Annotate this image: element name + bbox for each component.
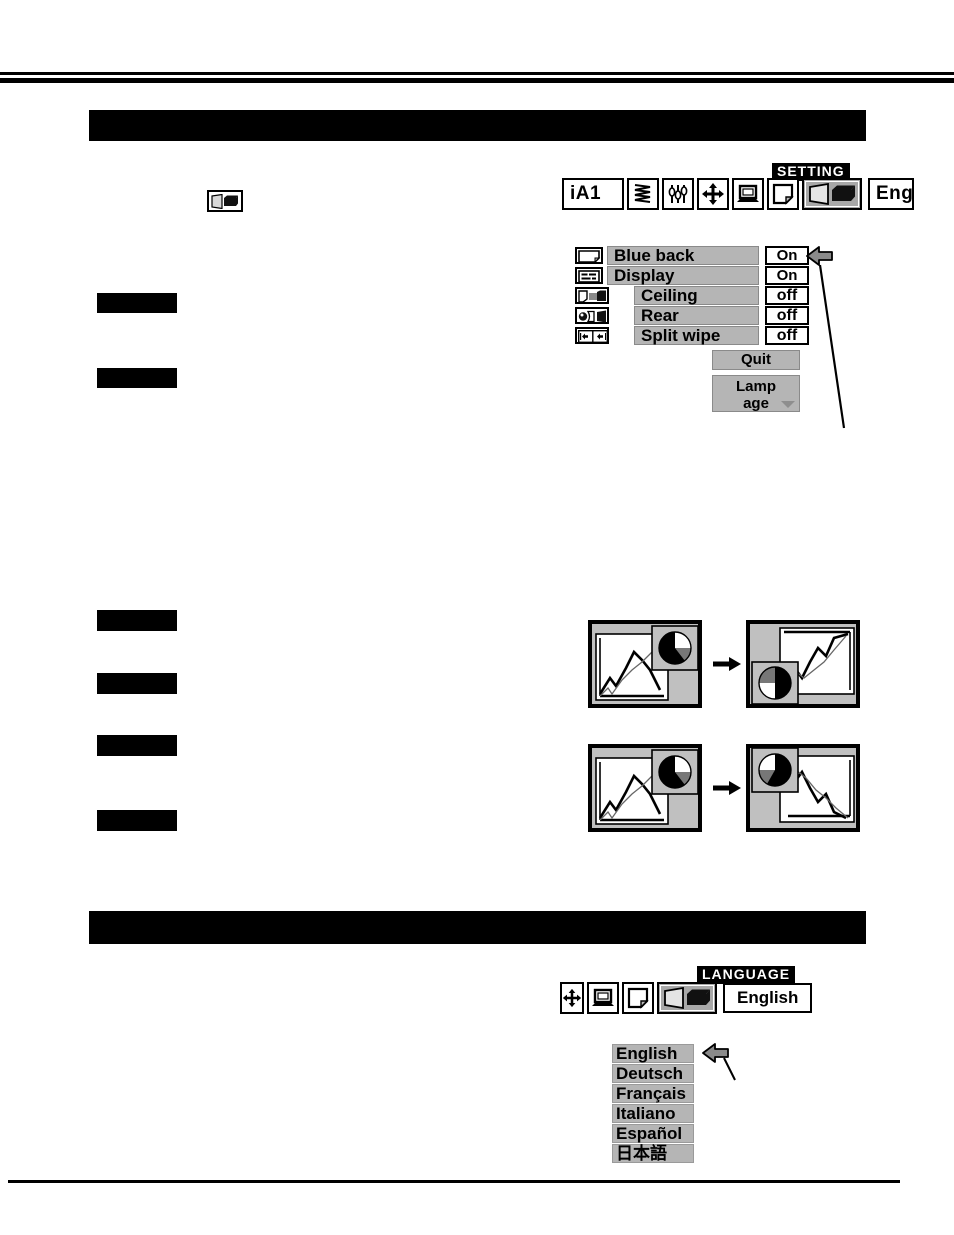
- image-adjust-icon[interactable]: [662, 178, 694, 210]
- setting-icon[interactable]: [802, 178, 862, 210]
- redacted-label-1: [97, 293, 177, 313]
- menu-label: Blue back: [607, 246, 759, 265]
- manual-page: SETTING iA1 Eng Blue back On Display On …: [0, 0, 954, 1235]
- menu-row-display[interactable]: Display On: [575, 266, 809, 285]
- lamp-age-button[interactable]: Lamp age: [712, 375, 800, 412]
- chevron-down-icon: [781, 401, 795, 408]
- lamp-age-line1: Lamp: [735, 378, 776, 395]
- quit-button[interactable]: Quit: [712, 350, 800, 370]
- language-value-box[interactable]: Eng: [868, 178, 914, 210]
- language-item-english[interactable]: English: [612, 1044, 694, 1063]
- sound-icon[interactable]: [622, 982, 654, 1014]
- language-value-box[interactable]: English: [723, 983, 813, 1013]
- language-item-francais[interactable]: Français: [612, 1084, 694, 1103]
- menu-row-split-wipe[interactable]: Split wipe off: [575, 326, 809, 345]
- redacted-label-2: [97, 368, 177, 388]
- split-wipe-icon: [575, 327, 609, 344]
- section-header-language: [89, 911, 866, 944]
- blue-back-icon: [575, 247, 603, 264]
- menu-value-rear[interactable]: off: [765, 306, 809, 325]
- language-item-japanese[interactable]: 日本語: [612, 1144, 694, 1163]
- ceiling-icon: [575, 287, 609, 304]
- menu-value-display[interactable]: On: [765, 266, 809, 285]
- footer-rule: [8, 1180, 900, 1183]
- language-list: English Deutsch Français Italiano Españo…: [612, 1044, 694, 1164]
- image-select-icon[interactable]: [560, 982, 584, 1014]
- sound-icon[interactable]: [767, 178, 799, 210]
- menu-row-rear[interactable]: Rear off: [575, 306, 809, 325]
- menu-label: Ceiling: [634, 286, 759, 305]
- redacted-label-4: [97, 673, 177, 694]
- menu-label: Rear: [634, 306, 759, 325]
- screen-adjust-icon[interactable]: [732, 178, 764, 210]
- split-wipe-vertical-diagram: [588, 742, 860, 834]
- redacted-label-3: [97, 610, 177, 631]
- menu-label: Display: [607, 266, 759, 285]
- split-wipe-horizontal-diagram: [588, 618, 860, 710]
- menu-row-ceiling[interactable]: Ceiling off: [575, 286, 809, 305]
- pointer-arrow-setting: [806, 243, 851, 433]
- section-header-setting: [89, 110, 866, 141]
- input-source-box[interactable]: iA1: [562, 178, 624, 210]
- header-rule-thin: [0, 72, 954, 75]
- setting-menu-panel: Blue back On Display On Ceiling off Rear…: [575, 246, 809, 346]
- pc-adjust-icon[interactable]: [627, 178, 659, 210]
- osd-toolbar-language: English: [560, 982, 813, 1014]
- setting-icon[interactable]: [657, 982, 717, 1014]
- setting-icon: [207, 190, 243, 212]
- header-rule-thick: [0, 78, 954, 83]
- rear-icon: [575, 307, 609, 324]
- menu-label: Split wipe: [634, 326, 759, 345]
- image-select-icon[interactable]: [697, 178, 729, 210]
- menu-value-ceiling[interactable]: off: [765, 286, 809, 305]
- menu-row-blue-back[interactable]: Blue back On: [575, 246, 809, 265]
- language-item-italiano[interactable]: Italiano: [612, 1104, 694, 1123]
- pointer-arrow-language: [702, 1042, 748, 1084]
- display-icon: [575, 267, 603, 284]
- redacted-label-6: [97, 810, 177, 831]
- osd-toolbar-setting: iA1 Eng: [562, 178, 914, 210]
- screen-adjust-icon[interactable]: [587, 982, 619, 1014]
- language-item-espanol[interactable]: Español: [612, 1124, 694, 1143]
- redacted-label-5: [97, 735, 177, 756]
- language-item-deutsch[interactable]: Deutsch: [612, 1064, 694, 1083]
- menu-value-split-wipe[interactable]: off: [765, 326, 809, 345]
- menu-value-blue-back[interactable]: On: [765, 246, 809, 265]
